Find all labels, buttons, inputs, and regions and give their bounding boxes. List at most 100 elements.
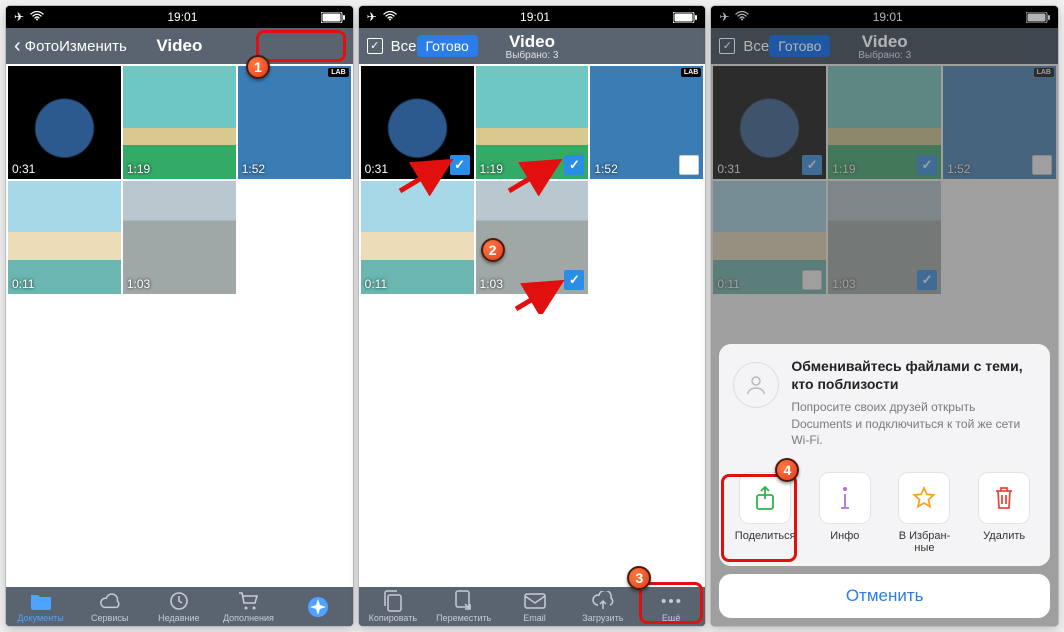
status-time: 19:01 [44, 10, 321, 24]
cloud-icon [99, 591, 121, 611]
tab-Дополнения[interactable]: Дополнения [223, 591, 274, 623]
actions-row: ПоделитьсяИнфоВ Избран- ные Удалить [719, 462, 1050, 566]
selection-checkbox[interactable] [1032, 155, 1052, 175]
airplane-icon: ✈ [14, 10, 24, 24]
tab-Сервисы[interactable]: Сервисы [85, 591, 135, 623]
upload-icon [592, 591, 614, 611]
video-thumb[interactable]: 1:19 [476, 66, 589, 179]
video-thumb[interactable]: 1:52 LAB [590, 66, 703, 179]
action-share[interactable]: Поделиться [733, 472, 797, 554]
nearby-body: Попросите своих друзей открыть Documents… [791, 399, 1036, 448]
video-thumb[interactable]: 1:03 [828, 181, 941, 294]
tab-Недавние[interactable]: Недавние [154, 591, 204, 623]
selection-checkbox[interactable] [679, 155, 699, 175]
select-all-button[interactable]: Все [719, 38, 769, 55]
video-thumb[interactable]: 0:31 [361, 66, 474, 179]
more-icon [660, 591, 682, 611]
done-button[interactable]: Готово [769, 35, 830, 57]
wifi-icon [30, 10, 44, 24]
tab-Копировать[interactable]: Копировать [368, 591, 418, 623]
header: Все Video Выбрано: 3 Готово [711, 28, 1058, 64]
selection-checkbox[interactable] [450, 155, 470, 175]
tab-label: Недавние [158, 613, 199, 623]
tab-compass[interactable] [293, 597, 343, 617]
checkbox-icon [719, 38, 735, 54]
battery-icon [321, 12, 345, 23]
selection-checkbox[interactable] [802, 270, 822, 290]
done-button[interactable]: Готово [417, 35, 478, 57]
action-info[interactable]: Инфо [813, 472, 877, 554]
video-thumb[interactable]: 1:52 LAB [943, 66, 1056, 179]
sheet-card: Обменивайтесь файлами с теми, кто поблиз… [719, 344, 1050, 566]
wifi-icon [383, 10, 397, 24]
tab-label: Документы [17, 613, 63, 623]
phone-screen-2: ✈ 19:01 Все Video Выбрано: 3 Готово 0:31… [359, 6, 706, 626]
move-icon [453, 591, 475, 611]
star-icon [898, 472, 950, 524]
status-bar: ✈ 19:01 [359, 6, 706, 28]
tab-label: Копировать [369, 613, 417, 623]
cancel-button[interactable]: Отменить [719, 574, 1050, 618]
video-grid: 0:31 1:19 1:52LAB 0:11 1:03 [6, 64, 353, 587]
action-trash[interactable]: Удалить [972, 472, 1036, 554]
lab-badge: LAB [681, 68, 701, 77]
video-thumb[interactable]: 0:11 [8, 181, 121, 294]
clock-icon [168, 591, 190, 611]
lab-badge: LAB [1034, 68, 1054, 77]
avatar-placeholder-icon [733, 362, 779, 408]
video-thumb[interactable]: 0:31 [8, 66, 121, 179]
status-bar: ✈ 19:01 [711, 6, 1058, 28]
tab-Email[interactable]: Email [510, 591, 560, 623]
tab-Ещё[interactable]: Ещё [646, 591, 696, 623]
video-thumb[interactable]: 1:03 [123, 181, 236, 294]
duration-label: 1:52 [594, 162, 617, 176]
video-thumb[interactable]: 1:19 [828, 66, 941, 179]
duration-label: 0:11 [365, 277, 387, 291]
video-thumb[interactable]: 0:31 [713, 66, 826, 179]
video-thumb[interactable]: 1:52LAB [238, 66, 351, 179]
callout-1: 1 [246, 55, 270, 79]
back-button[interactable]: ‹ Фото [14, 35, 59, 58]
status-time: 19:01 [397, 10, 674, 24]
duration-label: 1:52 [242, 162, 265, 176]
airplane-icon: ✈ [719, 10, 729, 24]
cart-icon [237, 591, 259, 611]
tab-Документы[interactable]: Документы [16, 591, 66, 623]
duration-label: 1:19 [127, 162, 150, 176]
select-all-button[interactable]: Все [367, 38, 417, 55]
video-thumb[interactable]: 0:11 [713, 181, 826, 294]
edit-button[interactable]: Изменить [59, 38, 127, 55]
selection-checkbox[interactable] [802, 155, 822, 175]
tab-label: Загрузить [582, 613, 623, 623]
callout-2: 2 [481, 238, 505, 262]
trash-icon [978, 472, 1030, 524]
duration-label: 0:31 [717, 162, 740, 176]
action-sheet: Обменивайтесь файлами с теми, кто поблиз… [719, 344, 1050, 618]
bottom-toolbar: Копировать Переместить Email Загрузить Ещё [359, 587, 706, 626]
nearby-title: Обменивайтесь файлами с теми, кто поблиз… [791, 358, 1036, 393]
duration-label: 1:03 [480, 277, 503, 291]
selection-checkbox[interactable] [564, 270, 584, 290]
airplane-icon: ✈ [367, 10, 377, 24]
tab-Загрузить[interactable]: Загрузить [578, 591, 628, 623]
action-label: Удалить [983, 530, 1025, 542]
tab-label: Ещё [662, 613, 680, 623]
copy-icon [382, 591, 404, 611]
nearby-share-panel[interactable]: Обменивайтесь файлами с теми, кто поблиз… [719, 344, 1050, 462]
tab-label: Переместить [436, 613, 491, 623]
action-star[interactable]: В Избран- ные [892, 472, 956, 554]
chevron-left-icon: ‹ [14, 35, 21, 58]
duration-label: 1:52 [947, 162, 970, 176]
selection-checkbox[interactable] [564, 155, 584, 175]
duration-label: 0:31 [12, 162, 35, 176]
video-thumb[interactable]: 1:19 [123, 66, 236, 179]
duration-label: 1:03 [832, 277, 855, 291]
selection-checkbox[interactable] [917, 155, 937, 175]
status-time: 19:01 [749, 10, 1026, 24]
video-thumb[interactable]: 0:11 [361, 181, 474, 294]
header: ‹ Фото Video Изменить [6, 28, 353, 64]
tab-Переместить[interactable]: Переместить [436, 591, 491, 623]
tab-label: Email [523, 613, 546, 623]
selection-checkbox[interactable] [917, 270, 937, 290]
duration-label: 1:03 [127, 277, 150, 291]
